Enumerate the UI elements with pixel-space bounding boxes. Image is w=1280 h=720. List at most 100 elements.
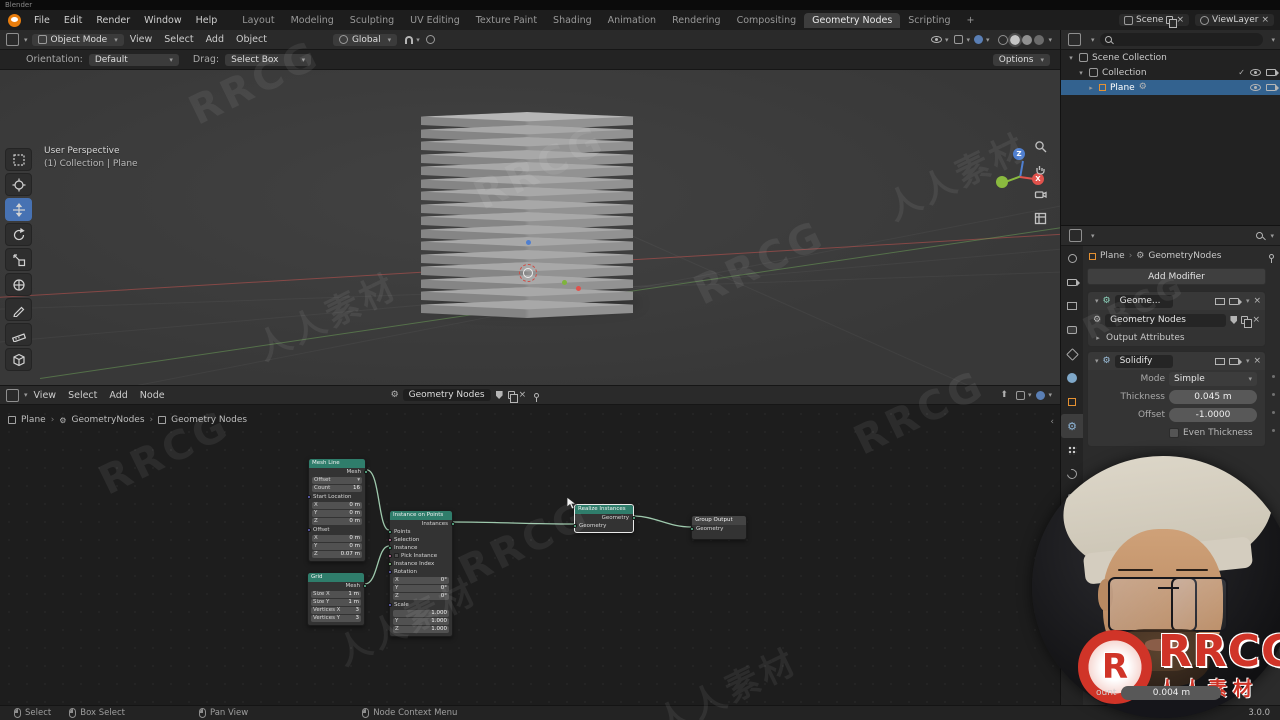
menu-object[interactable]: Object [230, 34, 273, 45]
vertices-x-field[interactable]: Vertices X3 [311, 607, 361, 614]
tool-transform[interactable] [5, 273, 32, 296]
menu-select[interactable]: Select [62, 390, 103, 401]
menu-window[interactable]: Window [137, 15, 188, 26]
outliner-row-collection[interactable]: ▾ Collection ✓ [1061, 65, 1280, 80]
scale-y-field[interactable]: Y 1.000 [393, 618, 449, 625]
tab-scene[interactable] [1061, 342, 1083, 366]
socket-geometry-input[interactable] [689, 527, 694, 531]
tool-add-primitive[interactable] [5, 348, 32, 371]
tab-uv-editing[interactable]: UV Editing [402, 13, 468, 28]
menu-file[interactable]: File [27, 15, 57, 26]
node-header[interactable]: Instance on Points [390, 511, 452, 520]
gizmo-y-axis[interactable] [996, 176, 1008, 188]
tool-scale[interactable] [5, 248, 32, 271]
editor-type-icon[interactable] [6, 33, 19, 46]
viewport-3d[interactable]: Z X User Perspective (1) Collection | Pl… [0, 70, 1060, 385]
filter-icon[interactable]: ▾ [1271, 36, 1275, 44]
zoom-icon[interactable] [1032, 138, 1048, 154]
orientation-dropdown[interactable]: Default ▾ [88, 53, 179, 66]
menu-add[interactable]: Add [200, 34, 230, 45]
rotation-x-field[interactable]: X 0° [393, 577, 449, 584]
tab-rendering[interactable]: Rendering [664, 13, 729, 28]
sidebar-collapse-arrow[interactable]: ‹ [1050, 417, 1054, 427]
node-header[interactable]: Mesh Line [309, 459, 365, 468]
socket-selection-input[interactable] [387, 538, 392, 542]
render-visibility-icon[interactable] [1266, 69, 1279, 76]
socket-vector-input[interactable] [306, 495, 311, 499]
shading-rendered-icon[interactable] [1034, 34, 1045, 45]
hide-eye-icon[interactable] [1250, 69, 1261, 76]
viewlayer-selector[interactable]: ViewLayer × [1195, 14, 1274, 26]
shading-solid-icon[interactable] [1008, 32, 1023, 47]
checkbox-icon[interactable]: ✓ [1238, 68, 1245, 77]
socket-points-input[interactable] [387, 530, 392, 534]
camera-view-icon[interactable] [1032, 186, 1048, 202]
tab-render[interactable] [1061, 270, 1083, 294]
modifier-header[interactable]: ▾ ⚙ Geome... ▾ × [1088, 292, 1265, 310]
outliner-row-scene-collection[interactable]: ▾ Scene Collection [1061, 50, 1280, 65]
fake-user-icon[interactable] [1230, 316, 1238, 324]
vector-field[interactable]: X0 m [312, 502, 362, 509]
rotation-z-field[interactable]: Z 0° [393, 593, 449, 600]
pick-instance-checkbox[interactable] [394, 553, 399, 558]
tab-object[interactable] [1061, 390, 1083, 414]
tool-select-box[interactable] [5, 148, 32, 171]
menu-select[interactable]: Select [158, 34, 199, 45]
socket-rotation-input[interactable] [387, 570, 392, 574]
menu-add[interactable]: Add [103, 390, 133, 401]
socket-pick-instance-input[interactable] [387, 554, 392, 558]
proportional-editing-icon[interactable] [425, 35, 435, 44]
socket-scale-input[interactable] [387, 603, 392, 607]
socket-instances-output[interactable] [450, 522, 455, 526]
menu-render[interactable]: Render [89, 15, 137, 26]
mode-dropdown[interactable]: Simple ▾ [1169, 372, 1257, 386]
node-grid[interactable]: Grid Mesh Size X1 m Size Y1 m Vertices X… [307, 572, 367, 626]
socket-vector-input[interactable] [306, 528, 311, 532]
close-icon[interactable]: × [1253, 296, 1261, 306]
unlink-icon[interactable]: × [519, 390, 527, 400]
pin-icon[interactable] [534, 392, 540, 402]
scale-x-field[interactable]: 1.000 [393, 610, 449, 617]
tab-modifiers[interactable]: ⚙ [1061, 414, 1083, 438]
socket-mesh-output[interactable] [363, 470, 368, 474]
mode-dropdown[interactable]: Offset ▾ [312, 477, 362, 484]
menu-node[interactable]: Node [134, 390, 171, 401]
tab-geometry-nodes[interactable]: Geometry Nodes [804, 12, 901, 28]
gizmo-x-handle[interactable] [576, 286, 581, 291]
menu-help[interactable]: Help [189, 15, 225, 26]
new-scene-icon[interactable] [1166, 16, 1177, 28]
display-render-icon[interactable] [1228, 297, 1242, 305]
tab-modeling[interactable]: Modeling [283, 13, 342, 28]
socket-geometry-input[interactable] [572, 524, 577, 528]
add-workspace-button[interactable]: + [959, 13, 983, 28]
node-editor-canvas[interactable]: Plane › ⚙ GeometryNodes › Geometry Nodes… [0, 405, 1060, 705]
socket-instance-input[interactable] [387, 546, 392, 550]
gizmo-z-handle[interactable] [526, 240, 531, 245]
vector-field[interactable]: Y0 m [312, 543, 362, 550]
tab-world[interactable] [1061, 366, 1083, 390]
expand-icon[interactable]: ▾ [1095, 357, 1099, 365]
modifier-name-field[interactable]: Solidify [1114, 354, 1173, 368]
tab-sculpting[interactable]: Sculpting [342, 13, 402, 28]
tool-measure[interactable] [5, 323, 32, 346]
count-field[interactable]: Count 16 [312, 485, 362, 492]
remove-viewlayer-icon[interactable]: × [1261, 15, 1269, 25]
fake-user-icon[interactable] [495, 391, 503, 399]
menu-edit[interactable]: Edit [57, 15, 89, 26]
thickness-field[interactable]: 0.045 m [1169, 390, 1257, 404]
node-group-field[interactable]: Geometry Nodes [1105, 313, 1227, 327]
shading-material-icon[interactable] [1022, 34, 1033, 45]
menu-view[interactable]: View [124, 34, 159, 45]
properties-editor-icon[interactable] [1069, 229, 1082, 242]
display-viewport-icon[interactable] [1214, 357, 1225, 365]
tab-animation[interactable]: Animation [600, 13, 664, 28]
tool-cursor[interactable] [5, 173, 32, 196]
node-editor-icon[interactable] [6, 388, 19, 402]
extras-icon[interactable]: ▾ [1246, 357, 1250, 365]
scene-selector[interactable]: Scene × [1119, 14, 1189, 28]
node-group-output[interactable]: Group Output Geometry [689, 515, 747, 540]
mesh-stack-object[interactable] [421, 112, 633, 324]
drag-dropdown[interactable]: Select Box ▾ [225, 53, 312, 66]
hide-eye-icon[interactable] [1250, 84, 1261, 91]
menu-view[interactable]: View [28, 390, 63, 401]
